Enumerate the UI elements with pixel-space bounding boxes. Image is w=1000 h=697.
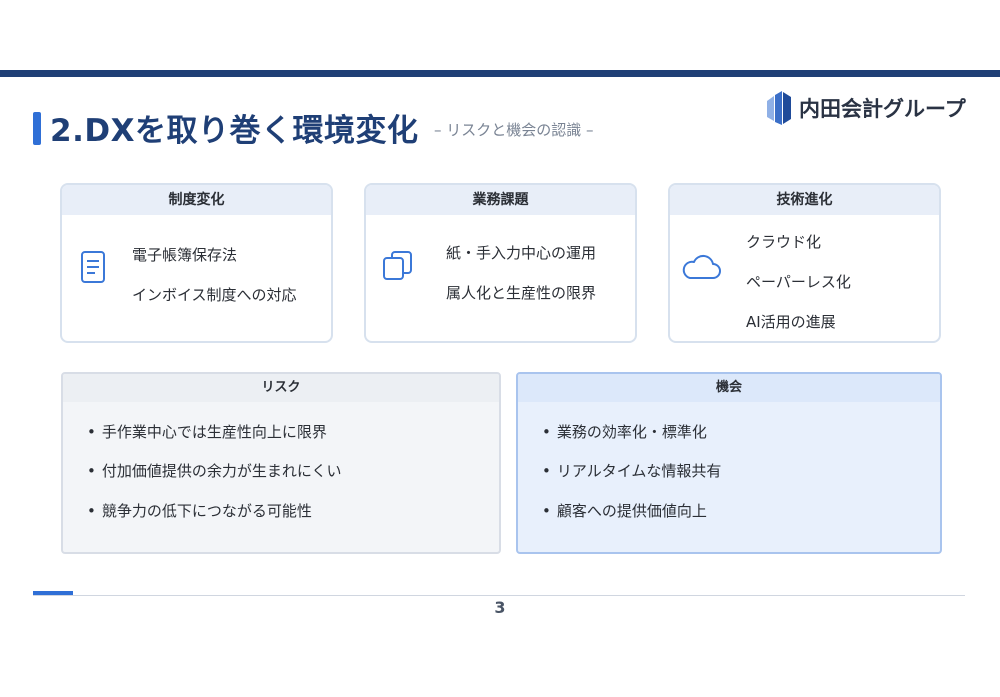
card-item: 属人化と生産性の限界 — [446, 284, 597, 302]
card-title: 業務課題 — [366, 185, 635, 215]
opportunity-title: 機会 — [518, 374, 940, 402]
page-number: 3 — [494, 598, 506, 617]
opportunity-item: 業務の効率化・標準化 — [542, 421, 707, 442]
risk-panel: リスク 手作業中心では生産性向上に限界 付加価値提供の余力が生まれにくい 競争力… — [61, 372, 501, 554]
card-item: 紙・手入力中心の運用 — [446, 244, 597, 262]
risk-item: 付加価値提供の余力が生まれにくい — [87, 460, 342, 481]
card-business-issues: 業務課題 紙・手入力中心の運用 属人化と生産性の限界 — [364, 183, 637, 343]
logo-mark-icon — [767, 91, 791, 125]
company-logo: 内田会計グループ — [765, 91, 966, 125]
card-regulation: 制度変化 電子帳簿保存法 インボイス制度への対応 — [60, 183, 333, 343]
card-technology: 技術進化 クラウド化 ペーパーレス化 AI活用の進展 — [668, 183, 941, 343]
card-title: 制度変化 — [62, 185, 331, 215]
opportunity-panel: 機会 業務の効率化・標準化 リアルタイムな情報共有 顧客への提供価値向上 — [516, 372, 942, 554]
risk-item: 手作業中心では生産性向上に限界 — [87, 421, 327, 442]
card-title: 技術進化 — [670, 185, 939, 215]
footer-divider — [33, 595, 965, 596]
risk-item: 競争力の低下につながる可能性 — [87, 500, 312, 521]
document-icon — [81, 251, 105, 283]
opportunity-item: リアルタイムな情報共有 — [542, 460, 722, 481]
card-item: ペーパーレス化 — [746, 273, 851, 291]
card-item: クラウド化 — [746, 233, 822, 251]
logo-text: 内田会計グループ — [799, 97, 966, 121]
page-title: 2.DXを取り巻く環境変化 — [50, 113, 419, 149]
copy-icon — [383, 251, 412, 280]
risk-title: リスク — [63, 374, 499, 402]
footer-accent — [33, 591, 73, 595]
title-accent — [33, 112, 41, 145]
card-item: 電子帳簿保存法 — [132, 246, 238, 264]
top-bar — [0, 70, 1000, 77]
card-item: インボイス制度への対応 — [132, 286, 297, 304]
opportunity-item: 顧客への提供価値向上 — [542, 500, 707, 521]
page-subtitle: – リスクと機会の認識 – — [434, 121, 594, 139]
cloud-icon — [682, 254, 721, 279]
card-item: AI活用の進展 — [746, 313, 836, 331]
